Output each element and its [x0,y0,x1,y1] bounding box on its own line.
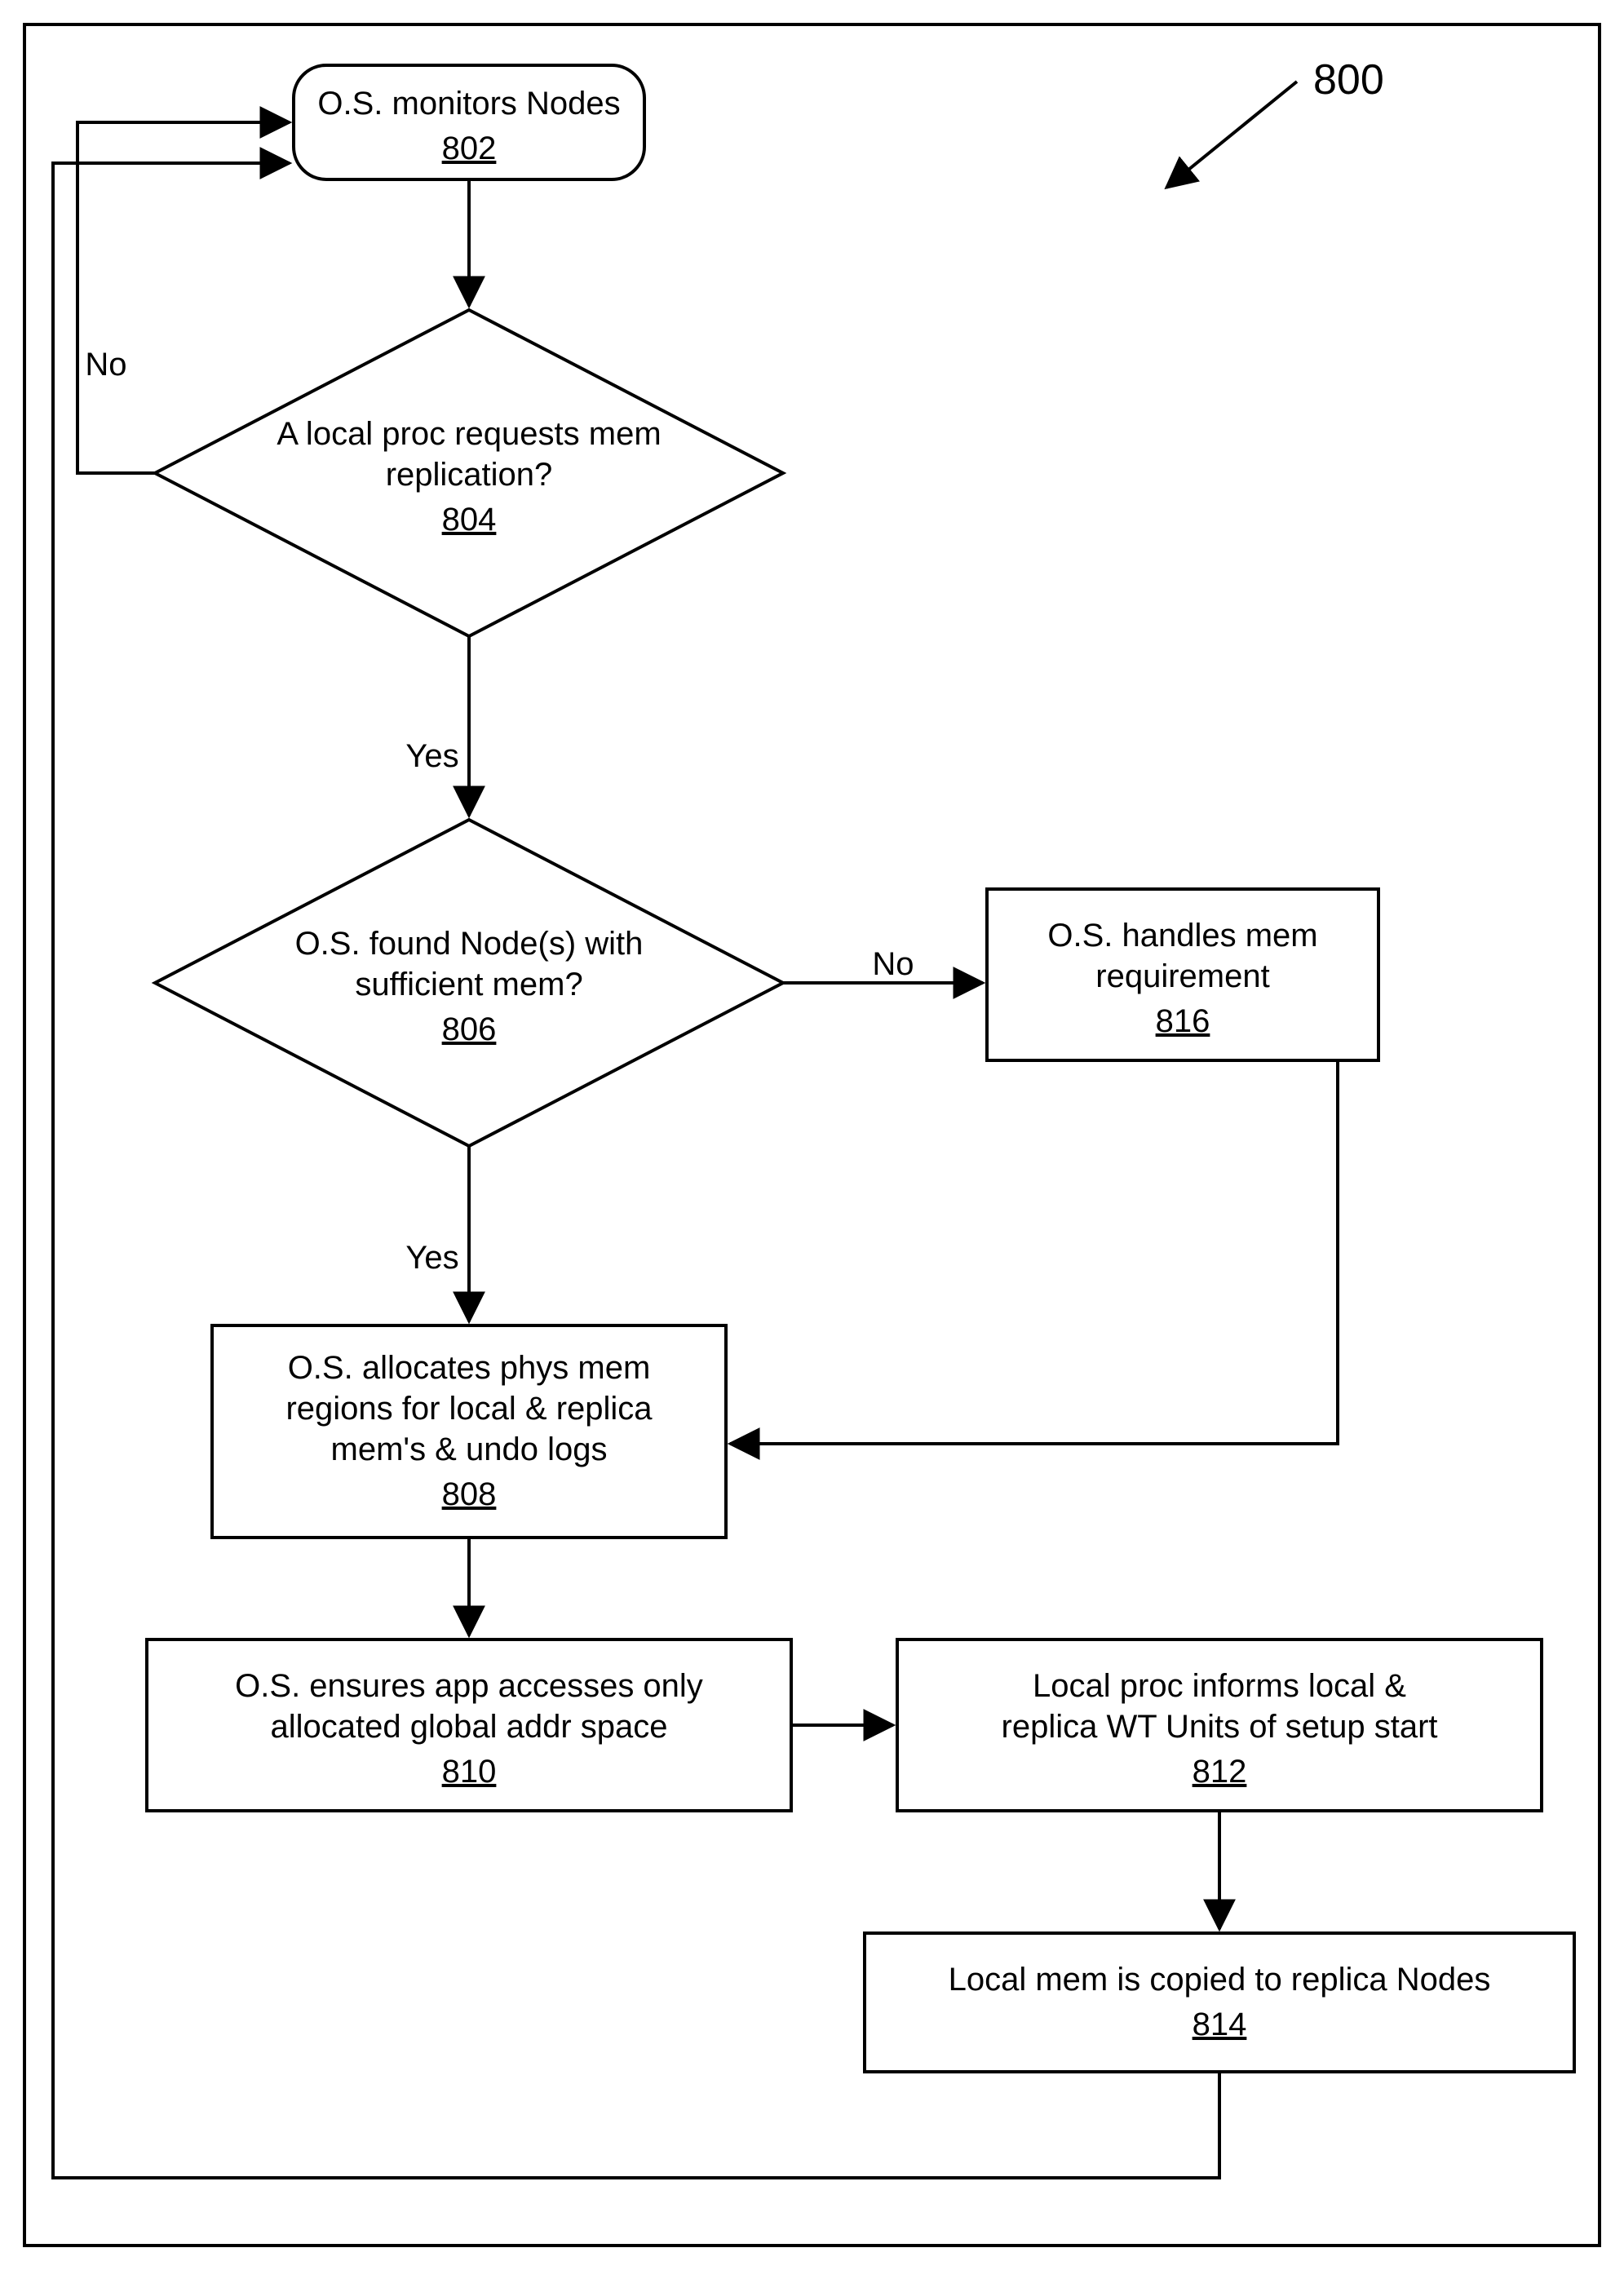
node-812-ref: 812 [1193,1754,1247,1790]
node-806-line2: sufficient mem? [355,967,582,1002]
edge-816-808 [730,1060,1338,1444]
node-810-line2: allocated global addr space [270,1709,667,1745]
node-816-ref: 816 [1156,1003,1210,1039]
node-804-line2: replication? [386,457,553,493]
diagram-border [24,24,1600,2246]
node-806-line1: O.S. found Node(s) with [295,926,644,962]
label-yes-806: Yes [405,1240,458,1276]
node-808-ref: 808 [442,1476,497,1512]
label-no-806: No [872,946,914,982]
node-812-line1: Local proc informs local & [1033,1668,1406,1704]
label-no-804: No [85,347,126,383]
node-816: O.S. handles mem requirement 816 [987,889,1378,1060]
node-804-line1: A local proc requests mem [277,416,661,452]
edge-806-808-yes: Yes [405,1146,469,1321]
node-808: O.S. allocates phys mem regions for loca… [212,1325,726,1538]
node-816-line2: requirement [1095,958,1269,994]
node-810: O.S. ensures app accesses only allocated… [147,1639,791,1811]
node-804-ref: 804 [442,502,497,538]
node-814: Local mem is copied to replica Nodes 814 [865,1933,1574,2072]
flowchart-svg: 800 O.S. monitors Nodes 802 A local proc… [0,0,1624,2270]
node-808-line1: O.S. allocates phys mem [288,1350,651,1386]
node-806-ref: 806 [442,1011,497,1047]
node-808-line2: regions for local & replica [285,1391,653,1427]
edge-806-816-no: No [783,946,983,983]
node-810-ref: 810 [442,1754,497,1790]
edge-804-806-yes: Yes [405,636,469,816]
label-yes-804: Yes [405,738,458,774]
node-802: O.S. monitors Nodes 802 [294,65,644,179]
node-812-line2: replica WT Units of setup start [1002,1709,1438,1745]
diagram-number: 800 [1166,56,1384,188]
node-812: Local proc informs local & replica WT Un… [897,1639,1542,1811]
node-802-text: O.S. monitors Nodes [317,86,620,122]
node-814-ref: 814 [1193,2007,1247,2042]
diagram-number-text: 800 [1313,56,1384,104]
node-806: O.S. found Node(s) with sufficient mem? … [155,820,783,1146]
node-810-line1: O.S. ensures app accesses only [235,1668,703,1704]
node-804: A local proc requests mem replication? 8… [155,310,783,636]
node-802-ref: 802 [442,131,497,166]
node-814-line1: Local mem is copied to replica Nodes [949,1962,1491,1998]
node-808-line3: mem's & undo logs [331,1431,608,1467]
node-816-line1: O.S. handles mem [1047,918,1317,954]
